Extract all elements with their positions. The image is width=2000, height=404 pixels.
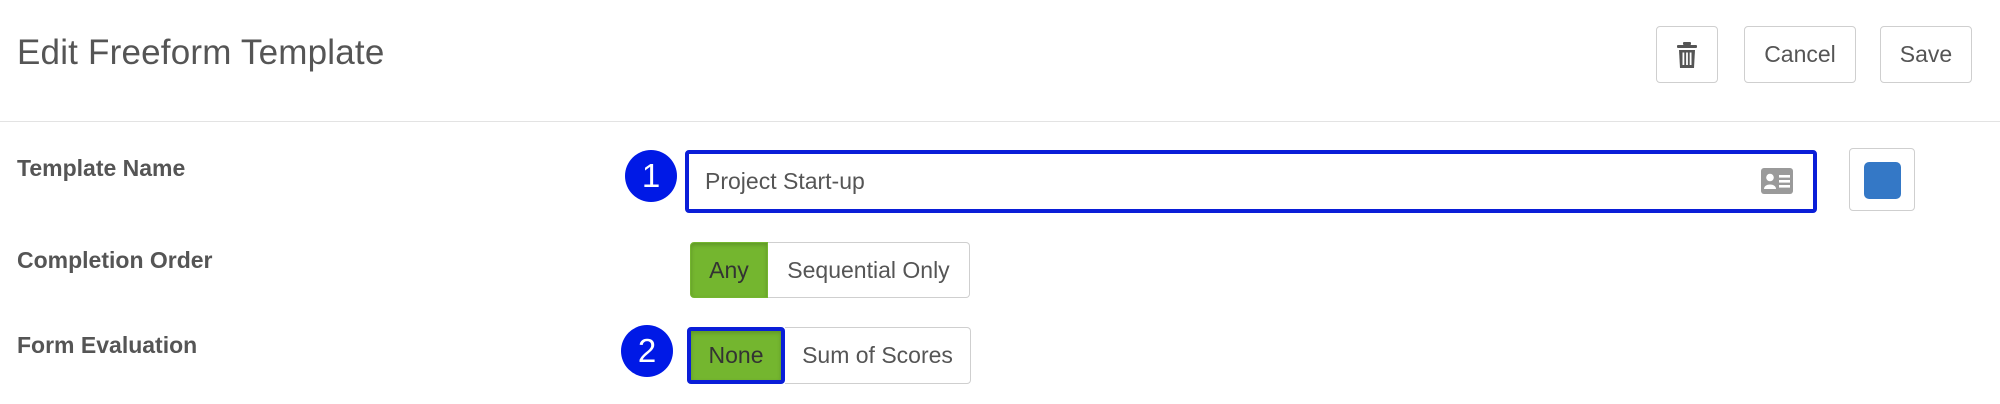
- delete-button[interactable]: [1656, 26, 1718, 83]
- callout-2-badge: 2: [621, 325, 673, 377]
- trash-icon: [1677, 41, 1697, 68]
- color-picker-button[interactable]: [1849, 148, 1915, 211]
- save-button[interactable]: Save: [1880, 26, 1972, 83]
- cancel-button[interactable]: Cancel: [1744, 26, 1856, 83]
- form-evaluation-option-none[interactable]: None: [687, 327, 785, 384]
- form-evaluation-option-sum-of-scores[interactable]: Sum of Scores: [785, 327, 971, 384]
- contact-card-icon: [1761, 168, 1793, 194]
- callout-1-badge: 1: [625, 150, 677, 202]
- template-name-field[interactable]: [685, 150, 1817, 213]
- form-evaluation-toggle: None Sum of Scores: [687, 327, 971, 384]
- header-divider: [0, 121, 2000, 122]
- form-evaluation-label: Form Evaluation: [17, 332, 198, 358]
- page-title: Edit Freeform Template: [17, 33, 385, 72]
- template-name-label: Template Name: [17, 155, 186, 181]
- completion-order-option-any[interactable]: Any: [690, 242, 768, 298]
- color-swatch: [1864, 162, 1901, 199]
- completion-order-option-sequential-only[interactable]: Sequential Only: [768, 242, 970, 298]
- template-name-input[interactable]: [705, 154, 1725, 209]
- completion-order-toggle: Any Sequential Only: [690, 242, 970, 298]
- completion-order-label: Completion Order: [17, 247, 213, 273]
